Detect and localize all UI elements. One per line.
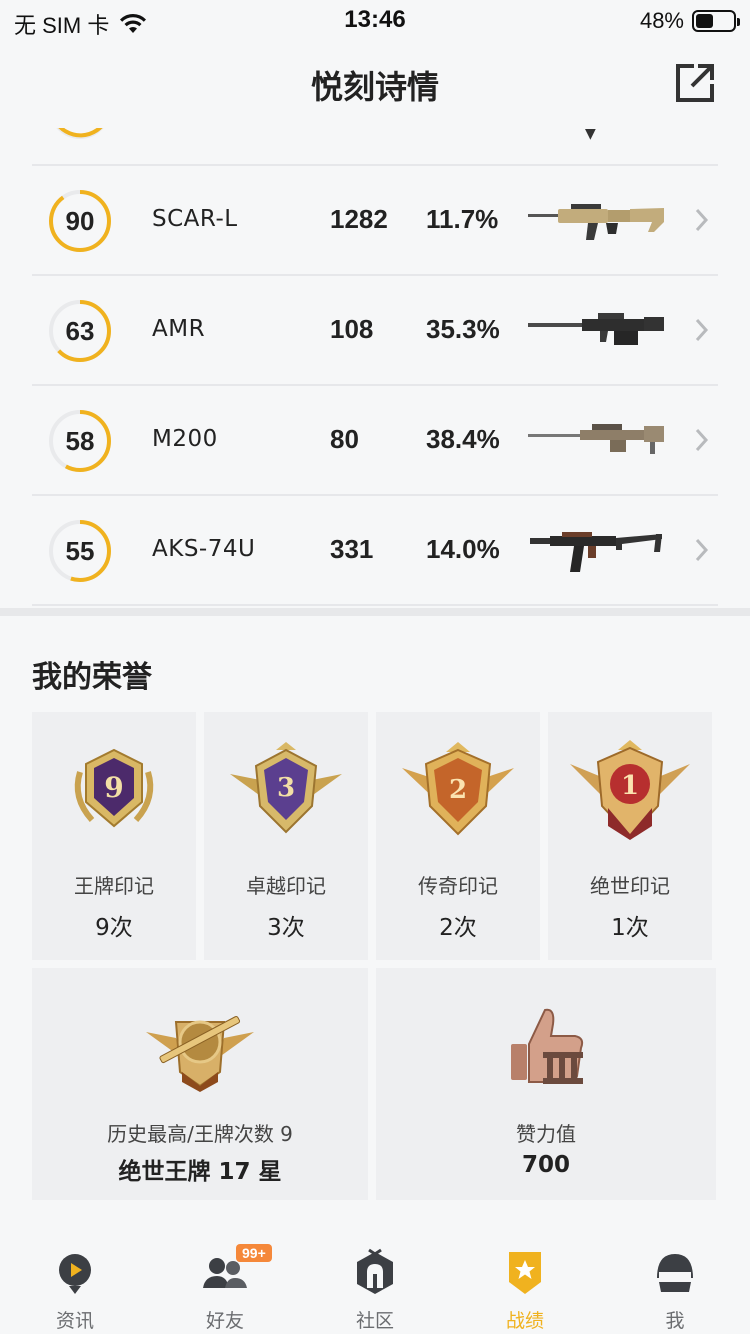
friends-notification-badge: 99+	[236, 1244, 272, 1262]
battery-percent: 48%	[639, 8, 684, 33]
weapon-kills: 331	[330, 534, 374, 564]
m200-sniper-icon	[528, 424, 664, 454]
honors-section: 我的荣誉 9 王牌印记 9次 3 卓越印记 3次 2 传奇印记 2次 1 绝世印…	[0, 616, 750, 1226]
nav-item-community[interactable]: 社区	[300, 1226, 450, 1334]
honor-card-legend[interactable]: 2 传奇印记 2次	[376, 712, 540, 960]
likes-value: 700	[521, 1152, 570, 1178]
section-title: 我的荣誉	[32, 660, 152, 695]
battery-status: 48%	[639, 8, 740, 34]
weapon-stats-list[interactable]: ▼ 90 SCAR-L 1282 11.7% 63 AMR 108 35.3%	[0, 128, 750, 608]
honor-count: 3次	[267, 915, 305, 941]
weapon-name: SCAR-L	[152, 206, 238, 232]
bottom-nav: 资讯 99+ 好友 社区 战绩 我	[0, 1226, 750, 1334]
weapon-kills: 108	[330, 314, 374, 344]
honor-card-excellence[interactable]: 3 卓越印记 3次	[204, 712, 368, 960]
peerless-mark-badge-icon: 1	[570, 740, 690, 840]
nav-item-news[interactable]: 资讯	[0, 1226, 150, 1334]
excellence-mark-badge-icon: 3	[230, 742, 342, 834]
badge-number: 9	[104, 771, 123, 804]
ace-mark-badge-icon: 9	[74, 748, 154, 828]
badge-number: 2	[449, 775, 467, 805]
nav-item-friends[interactable]: 99+ 好友	[150, 1226, 300, 1334]
nav-item-me[interactable]: 我	[600, 1226, 750, 1334]
honor-card-ace[interactable]: 9 王牌印记 9次	[32, 712, 196, 960]
nav-item-record[interactable]: 战绩	[450, 1226, 600, 1334]
weapon-kills: 80	[330, 424, 359, 454]
section-divider	[0, 608, 750, 616]
weapon-score: 55	[65, 536, 95, 566]
aks-74u-rifle-icon	[530, 532, 662, 572]
highest-rank-badge-icon	[146, 1016, 254, 1092]
highest-rank-label: 历史最高/王牌次数 9	[107, 1122, 293, 1146]
thumbs-up-trophy-icon	[511, 1008, 584, 1084]
score-ring	[56, 128, 104, 139]
weapon-row[interactable]: 90 SCAR-L 1282 11.7%	[32, 166, 718, 276]
share-external-icon[interactable]	[674, 62, 716, 104]
status-bar: 无 SIM 卡 13:46 48%	[0, 0, 750, 44]
weapon-row[interactable]: 55 AKS-74U 331 14.0%	[32, 496, 718, 606]
nav-label: 我	[665, 1310, 685, 1332]
profile-helmet-icon	[657, 1254, 693, 1292]
honor-count: 1次	[611, 915, 649, 941]
chevron-right-icon[interactable]	[694, 206, 710, 234]
weapon-rate: 14.0%	[426, 534, 500, 564]
scar-l-rifle-icon	[528, 204, 664, 240]
nav-label: 战绩	[505, 1310, 544, 1332]
honor-label: 传奇印记	[418, 874, 498, 898]
community-icon	[357, 1248, 393, 1294]
highest-rank-card[interactable]: 历史最高/王牌次数 9 绝世王牌 17 星	[32, 968, 368, 1200]
weapon-kills: 1282	[330, 204, 388, 234]
news-play-icon	[59, 1254, 91, 1294]
chevron-right-icon[interactable]	[694, 536, 710, 564]
honor-label: 绝世印记	[590, 874, 670, 898]
app-header: 悦刻诗情	[0, 44, 750, 128]
honor-card-peerless[interactable]: 1 绝世印记 1次	[548, 712, 712, 960]
sort-caret-icon[interactable]: ▼	[585, 128, 596, 142]
weapon-row[interactable]: 58 M200 80 38.4%	[32, 386, 718, 496]
chevron-right-icon[interactable]	[694, 316, 710, 344]
weapon-rate: 35.3%	[426, 314, 500, 344]
badge-number: 1	[621, 771, 639, 801]
nav-label: 好友	[205, 1310, 244, 1332]
weapon-name: AKS-74U	[152, 536, 256, 562]
likes-label: 赞力值	[516, 1122, 576, 1146]
page-title: 悦刻诗情	[310, 68, 439, 106]
badge-number: 3	[277, 773, 295, 803]
clock: 13:46	[344, 6, 406, 33]
battery-icon	[692, 10, 740, 32]
nav-label: 社区	[355, 1310, 394, 1332]
honor-label: 王牌印记	[74, 874, 154, 898]
weapon-score: 63	[65, 316, 95, 346]
weapon-rate: 38.4%	[426, 424, 500, 454]
weapon-rate: 11.7%	[426, 204, 499, 234]
record-badge-icon	[509, 1252, 541, 1294]
honor-count: 9次	[95, 915, 133, 941]
likes-card[interactable]: 赞力值 700	[376, 968, 716, 1200]
weapon-name: AMR	[152, 316, 206, 342]
highest-rank-value: 绝世王牌 17 星	[118, 1159, 282, 1185]
weapon-score: 90	[65, 206, 95, 236]
weapon-score: 58	[65, 426, 95, 456]
amr-sniper-icon	[528, 313, 664, 345]
chevron-right-icon[interactable]	[694, 426, 710, 454]
honor-count: 2次	[439, 915, 477, 941]
honor-label: 卓越印记	[246, 874, 326, 898]
nav-label: 资讯	[55, 1310, 94, 1332]
list-item-partial[interactable]: ▼	[32, 128, 718, 166]
weapon-name: M200	[152, 426, 218, 452]
legend-mark-badge-icon: 2	[402, 742, 514, 836]
weapon-row[interactable]: 63 AMR 108 35.3%	[32, 276, 718, 386]
